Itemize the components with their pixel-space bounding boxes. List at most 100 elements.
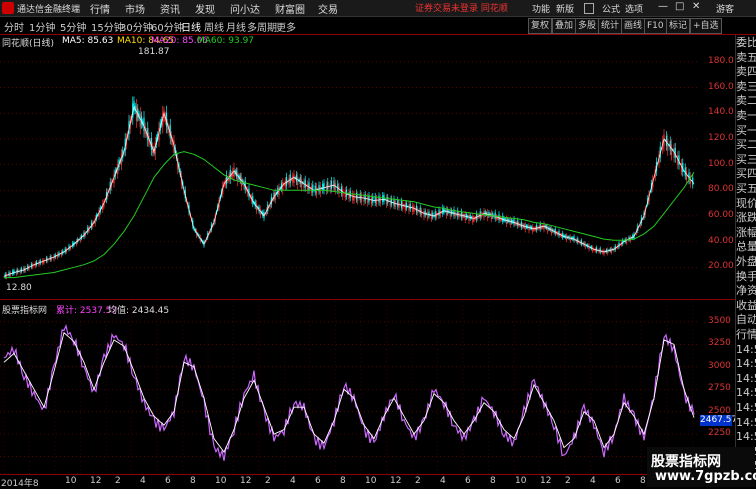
date-label: 2 [265,476,271,486]
candle-body [337,183,339,191]
series-line-ma60 [4,151,695,279]
date-label: 10 [215,476,227,486]
side-label[interactable]: 14:50 [736,416,756,430]
candle-body [458,213,460,218]
side-label[interactable]: 14:50 [736,401,756,415]
watermark: 股票指标网 www.7gpzb.com [647,447,756,487]
menu-quotes[interactable]: 行情 [90,1,110,16]
candle-body [400,201,403,208]
date-label: 6 [465,476,471,486]
candle-body [610,248,613,253]
menu-options[interactable]: 选项 [625,2,643,15]
date-label: 2014年8 [1,479,39,489]
indicator-chart[interactable] [0,301,700,474]
side-label[interactable]: 14:50 [736,430,756,444]
minimize-icon[interactable]: — [658,1,668,12]
add-watchlist-button[interactable]: +自选 [690,18,722,34]
side-label[interactable]: 卖三 [736,80,756,94]
menu-news[interactable]: 资讯 [160,1,180,16]
period-more[interactable]: 更多 [276,19,296,34]
candle-body [295,174,298,182]
candle-body [539,223,541,230]
side-label[interactable]: 卖二 [736,94,756,108]
side-label[interactable]: 14:50 [736,357,756,371]
period-daily[interactable]: 日线 [181,19,201,34]
date-axis: 2014年81012246810122468101224681012246810… [0,474,735,489]
candle-body [509,219,511,225]
side-label[interactable]: 收益 [736,299,756,313]
menu-market[interactable]: 市场 [125,1,145,16]
side-label[interactable]: 买五 [736,182,756,196]
side-label[interactable]: 委比 [736,36,756,50]
side-label[interactable]: 涨幅 [736,226,756,240]
side-label[interactable]: 买四 [736,167,756,181]
mark-button[interactable]: 标记 [666,18,691,34]
candle-body [289,174,291,184]
side-label[interactable]: 卖一 [736,109,756,123]
side-label[interactable]: 换手 [736,270,756,284]
side-label[interactable]: 涨跌 [736,211,756,225]
period-monthly[interactable]: 月线 [226,19,246,34]
candle-body [434,211,436,218]
period-multi[interactable]: 多周期 [247,19,277,34]
side-label[interactable]: 外盘 [736,255,756,269]
login-notice[interactable]: 证券交易未登录 同花顺 [415,1,508,14]
side-label[interactable]: 买三 [736,153,756,167]
side-label[interactable]: 现价 [736,197,756,211]
date-label: 12 [540,476,552,486]
f10-button[interactable]: F10 [644,18,667,34]
adjust-button[interactable]: 复权 [528,18,553,34]
maximize-icon[interactable]: □ [675,1,684,12]
close-icon[interactable]: ✕ [692,1,700,12]
side-label[interactable]: 14:50 [736,343,756,357]
side-label[interactable]: 卖五 [736,51,756,65]
price-tick: 80.00 [708,184,734,195]
price-tick: 160.0 [708,81,734,92]
user-label[interactable]: 游客 [716,2,734,15]
candle-body [424,210,426,216]
period-timeshare[interactable]: 分时 [4,19,24,34]
side-label[interactable]: 自动 [736,313,756,327]
side-label[interactable]: 净资 [736,284,756,298]
price-chart[interactable] [0,35,700,299]
side-label[interactable]: 买一 [736,124,756,138]
side-label[interactable]: 14:50 [736,372,756,386]
period-5min[interactable]: 5分钟 [60,19,86,34]
menu-ask[interactable]: 问小达 [230,1,260,16]
candle-body [308,182,310,191]
menu-wealth[interactable]: 财富圈 [275,1,305,16]
price-tick: 20.00 [708,261,734,272]
candle-body [472,216,474,222]
candle-body [543,224,545,230]
multi-stock-button[interactable]: 多股 [575,18,600,34]
side-label[interactable]: 14:50 [736,386,756,400]
candle-body [535,224,538,231]
period-60min[interactable]: 60分钟 [151,19,184,34]
period-weekly[interactable]: 周线 [204,19,224,34]
date-label: 2 [415,476,421,486]
price-tick: 40.00 [708,235,734,246]
side-label[interactable]: 行情 [736,328,756,342]
menu-newversion[interactable]: 新版 [556,2,574,15]
price-tick: 100.0 [708,158,734,169]
candle-body [473,217,475,221]
candle-body [327,181,329,190]
menu-function[interactable]: 功能 [532,2,550,15]
date-label: 8 [490,476,496,486]
period-30min[interactable]: 30分钟 [120,19,153,34]
period-15min[interactable]: 15分钟 [91,19,124,34]
draw-button[interactable]: 画线 [621,18,646,34]
period-1min[interactable]: 1分钟 [29,19,55,34]
stats-button[interactable]: 统计 [598,18,623,34]
side-label[interactable]: 卖四 [736,65,756,79]
skin-icon[interactable] [584,3,594,14]
candle-body [344,190,346,198]
menu-trade[interactable]: 交易 [318,1,338,16]
candle-body [513,218,515,225]
menu-discover[interactable]: 发现 [195,1,215,16]
indicator-tick: 3250 [708,338,731,349]
menu-formula[interactable]: 公式 [602,2,620,15]
side-label[interactable]: 买二 [736,138,756,152]
side-label[interactable]: 总量 [736,240,756,254]
overlay-button[interactable]: 叠加 [552,18,577,34]
